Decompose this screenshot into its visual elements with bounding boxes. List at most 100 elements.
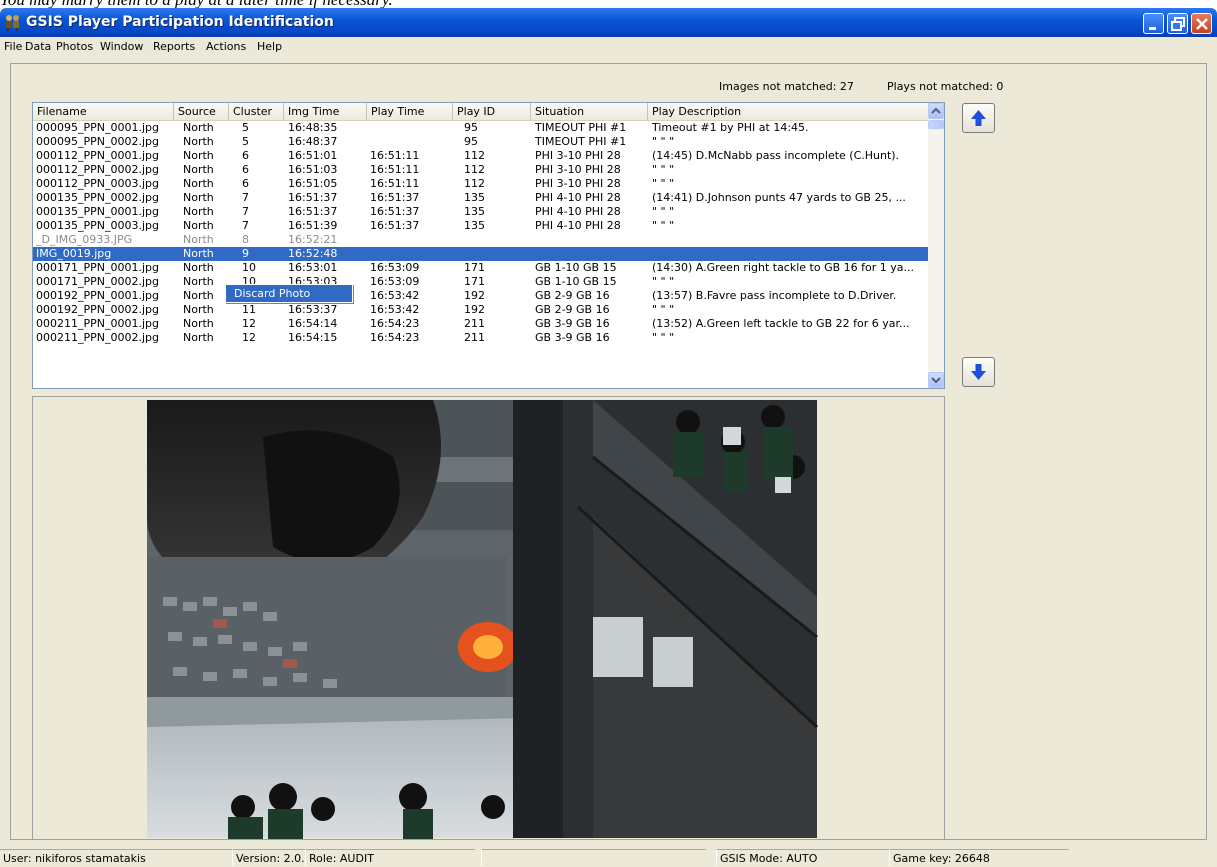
cell-play-time: 16:51:11	[370, 149, 420, 162]
column-play-id[interactable]: Play ID	[453, 103, 531, 121]
cell-play-description: " " "	[652, 177, 675, 190]
cell-play-id: 95	[464, 135, 478, 148]
cell-situation: GB 3-9 GB 16	[535, 317, 610, 330]
table-row[interactable]: _D_IMG_0933.JPG North 8 16:52:21	[33, 233, 930, 247]
list-scrollbar[interactable]	[928, 103, 944, 388]
column-situation[interactable]: Situation	[531, 103, 648, 121]
column-play-time[interactable]: Play Time	[367, 103, 453, 121]
menu-help[interactable]: Help	[257, 40, 282, 53]
cell-situation: PHI 4-10 PHI 28	[535, 219, 621, 232]
cell-filename: 000095_PPN_0001.jpg	[36, 121, 159, 134]
cell-play-id: 135	[464, 191, 485, 204]
cell-source: North	[183, 247, 214, 260]
cell-img-time: 16:51:37	[288, 205, 338, 218]
cell-cluster: 6	[242, 177, 249, 190]
cell-cluster: 7	[242, 191, 249, 204]
cell-play-time: 16:53:42	[370, 303, 420, 316]
cell-cluster: 12	[242, 331, 256, 344]
cell-play-description: (14:30) A.Green right tackle to GB 16 fo…	[652, 261, 915, 274]
context-menu-discard-photo[interactable]: Discard Photo	[225, 284, 353, 303]
cell-img-time: 16:51:01	[288, 149, 338, 162]
cell-play-description: " " "	[652, 205, 675, 218]
table-row[interactable]: 000135_PPN_0001.jpg North 7 16:51:37 16:51:3…	[33, 205, 930, 219]
table-row[interactable]: 000171_PPN_0001.jpg North 10 16:53:01 16:53:…	[33, 261, 930, 275]
column-filename[interactable]: Filename	[33, 103, 174, 121]
cell-filename: 000112_PPN_0001.jpg	[36, 149, 159, 162]
cell-play-description: Timeout #1 by PHI at 14:45.	[652, 121, 809, 134]
cell-source: North	[183, 331, 214, 344]
cell-filename: _D_IMG_0933.JPG	[36, 233, 133, 246]
cell-play-id: 112	[464, 177, 485, 190]
table-row[interactable]: 000095_PPN_0001.jpg North 5 16:48:35 95 TIMEO…	[33, 121, 930, 135]
scroll-thumb[interactable]	[928, 120, 944, 129]
minimize-button[interactable]	[1143, 13, 1164, 34]
cell-situation: PHI 4-10 PHI 28	[535, 191, 621, 204]
cell-play-time: 16:51:37	[370, 205, 420, 218]
status-gsis-mode: GSIS Mode: AUTO	[716, 849, 889, 866]
cell-play-description: (13:52) A.Green left tackle to GB 22 for…	[652, 317, 910, 330]
cell-filename: 000095_PPN_0002.jpg	[36, 135, 159, 148]
table-row[interactable]: 000135_PPN_0002.jpg North 7 16:51:37 16:51:3…	[33, 191, 930, 205]
cell-play-id: 112	[464, 163, 485, 176]
menu-data[interactable]: Data	[25, 40, 51, 53]
close-icon	[1196, 18, 1208, 30]
table-row[interactable]: 000112_PPN_0001.jpg North 6 16:51:01 16:51:1…	[33, 149, 930, 163]
table-row[interactable]: 000192_PPN_0001.jpgNorth1116:53:3516:53:…	[33, 289, 930, 303]
cell-situation: TIMEOUT PHI #1	[535, 135, 627, 148]
cell-play-description: (13:57) B.Favre pass incomplete to D.Dri…	[652, 289, 897, 302]
list-header: Filename Source Cluster Img Time Play Ti…	[33, 103, 930, 121]
scroll-up-button[interactable]	[928, 103, 944, 119]
scroll-down-button[interactable]	[928, 372, 944, 388]
menu-actions[interactable]: Actions	[206, 40, 246, 53]
title-bar[interactable]: GSIS Player Participation Identification	[0, 8, 1217, 37]
cell-source: North	[183, 219, 214, 232]
cell-situation: GB 2-9 GB 16	[535, 303, 610, 316]
cell-situation: PHI 3-10 PHI 28	[535, 149, 621, 162]
table-row[interactable]: 000211_PPN_0002.jpg North 12 16:54:15 16:54:…	[33, 331, 930, 345]
window-title: GSIS Player Participation Identification	[26, 14, 334, 30]
cell-play-id: 171	[464, 261, 485, 274]
table-row[interactable]: 000095_PPN_0002.jpg North 5 16:48:37 95 TIMEO…	[33, 135, 930, 149]
cell-cluster: 5	[242, 135, 249, 148]
cell-img-time: 16:48:37	[288, 135, 338, 148]
up-arrow-icon	[971, 110, 986, 126]
cell-source: North	[183, 121, 214, 134]
column-img-time[interactable]: Img Time	[284, 103, 367, 121]
cell-situation: PHI 4-10 PHI 28	[535, 205, 621, 218]
cell-source: North	[183, 163, 214, 176]
table-row[interactable]: 000192_PPN_0002.jpg North 11 16:53:37 16:53:…	[33, 303, 930, 317]
cell-cluster: 12	[242, 317, 256, 330]
cell-img-time: 16:52:48	[288, 247, 338, 260]
menu-file[interactable]: File	[4, 40, 22, 53]
menu-photos[interactable]: Photos	[56, 40, 93, 53]
down-arrow-icon	[971, 364, 986, 380]
close-button[interactable]	[1191, 13, 1212, 34]
move-down-button[interactable]	[962, 357, 995, 387]
table-row[interactable]: 000211_PPN_0001.jpg North 12 16:54:14 16:54:…	[33, 317, 930, 331]
cell-filename: 000135_PPN_0003.jpg	[36, 219, 159, 232]
table-row[interactable]: 000112_PPN_0002.jpg North 6 16:51:03 16:51:1…	[33, 163, 930, 177]
column-play-description[interactable]: Play Description	[648, 103, 930, 121]
cell-play-time: 16:54:23	[370, 331, 420, 344]
table-row[interactable]: IMG_0019.jpg North 9 16:52:48	[33, 247, 930, 261]
column-source[interactable]: Source	[174, 103, 229, 121]
column-cluster[interactable]: Cluster	[229, 103, 284, 121]
cell-situation: PHI 3-10 PHI 28	[535, 163, 621, 176]
menu-window[interactable]: Window	[100, 40, 143, 53]
cell-img-time: 16:51:37	[288, 191, 338, 204]
move-up-button[interactable]	[962, 103, 995, 133]
cell-img-time: 16:52:21	[288, 233, 338, 246]
cell-filename: 000112_PPN_0002.jpg	[36, 163, 159, 176]
photo-play-list[interactable]: Filename Source Cluster Img Time Play Ti…	[32, 102, 945, 389]
cell-play-description: " " "	[652, 275, 675, 288]
menu-reports[interactable]: Reports	[153, 40, 195, 53]
maximize-button[interactable]	[1167, 13, 1188, 34]
table-row[interactable]: 000135_PPN_0003.jpg North 7 16:51:39 16:51:3…	[33, 219, 930, 233]
cell-source: North	[183, 205, 214, 218]
table-row[interactable]: 000171_PPN_0002.jpg North 10 16:53:03 16:53:…	[33, 275, 930, 289]
status-version: Version: 2.0.0.8	[232, 849, 305, 866]
cell-filename: IMG_0019.jpg	[36, 247, 112, 260]
cell-play-description: (14:41) D.Johnson punts 47 yards to GB 2…	[652, 191, 906, 204]
table-row[interactable]: 000112_PPN_0003.jpg North 6 16:51:05 16:51:1…	[33, 177, 930, 191]
cell-cluster: 6	[242, 163, 249, 176]
